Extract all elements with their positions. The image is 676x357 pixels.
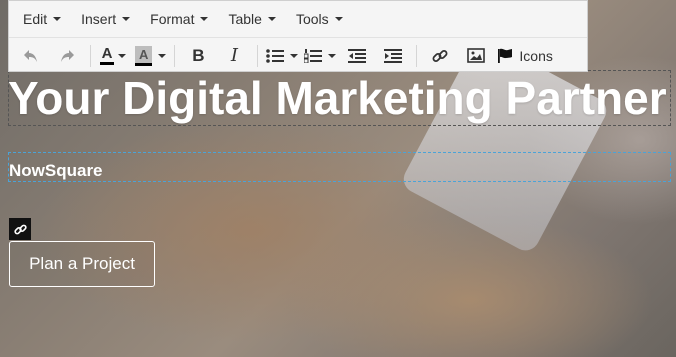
menu-tools[interactable]: Tools [286, 11, 353, 27]
caret-down-icon [122, 17, 131, 21]
menu-tools-label: Tools [295, 11, 329, 27]
menu-insert[interactable]: Insert [71, 11, 140, 27]
toolbar-separator [416, 44, 418, 67]
image-icon [467, 48, 486, 63]
menu-format[interactable]: Format [140, 11, 218, 27]
editor-toolbar: Edit Insert Format Table Tools A A B I I… [8, 0, 588, 72]
background-color-icon: A [135, 45, 153, 66]
outdent-button[interactable] [339, 41, 375, 71]
italic-button[interactable]: I [216, 41, 252, 71]
caret-down-icon [328, 53, 337, 58]
undo-icon [24, 49, 37, 62]
text-color-button[interactable]: A [96, 41, 132, 71]
indent-icon [384, 48, 403, 63]
toolbar-separator [257, 44, 259, 67]
bold-button[interactable]: B [180, 41, 216, 71]
menubar: Edit Insert Format Table Tools [9, 1, 587, 38]
toolbar-separator [174, 44, 176, 67]
insert-link-button[interactable] [422, 41, 458, 71]
bullet-list-icon [266, 48, 285, 63]
link-icon [432, 49, 448, 62]
bullet-list-button[interactable] [263, 41, 301, 71]
bold-icon: B [192, 45, 205, 65]
caret-down-icon [334, 17, 343, 21]
link-icon [13, 224, 27, 234]
menu-edit[interactable]: Edit [13, 11, 71, 27]
background-color-button[interactable]: A [132, 41, 169, 71]
insert-icons-button[interactable]: Icons [494, 41, 555, 71]
numbered-list-icon [304, 48, 323, 63]
menu-insert-label: Insert [81, 11, 117, 27]
subtitle-edit-outline [8, 152, 671, 182]
button-row: A A B I Icons [9, 38, 587, 73]
hero-title[interactable]: Your Digital Marketing Partner [8, 72, 667, 124]
undo-button[interactable] [13, 41, 49, 71]
menu-table[interactable]: Table [218, 11, 285, 27]
indent-button[interactable] [375, 41, 411, 71]
hero-subtitle[interactable]: NowSquare [9, 161, 103, 181]
outdent-icon [348, 48, 367, 63]
italic-icon: I [230, 45, 238, 66]
numbered-list-button[interactable] [301, 41, 339, 71]
menu-format-label: Format [150, 11, 195, 27]
link-edit-badge[interactable] [9, 218, 31, 240]
menu-table-label: Table [228, 11, 262, 27]
redo-icon [61, 49, 74, 62]
flag-icon [498, 48, 513, 63]
toolbar-separator [90, 44, 91, 67]
redo-button[interactable] [49, 41, 85, 71]
plan-project-button[interactable]: Plan a Project [9, 241, 155, 287]
insert-image-button[interactable] [458, 41, 494, 71]
caret-down-icon [290, 53, 299, 58]
icons-label: Icons [519, 47, 553, 64]
caret-down-icon [200, 17, 209, 21]
caret-down-icon [267, 17, 276, 21]
text-color-icon: A [99, 45, 115, 66]
caret-down-icon [158, 53, 167, 58]
menu-edit-label: Edit [23, 11, 48, 27]
caret-down-icon [118, 53, 127, 58]
caret-down-icon [53, 17, 62, 21]
